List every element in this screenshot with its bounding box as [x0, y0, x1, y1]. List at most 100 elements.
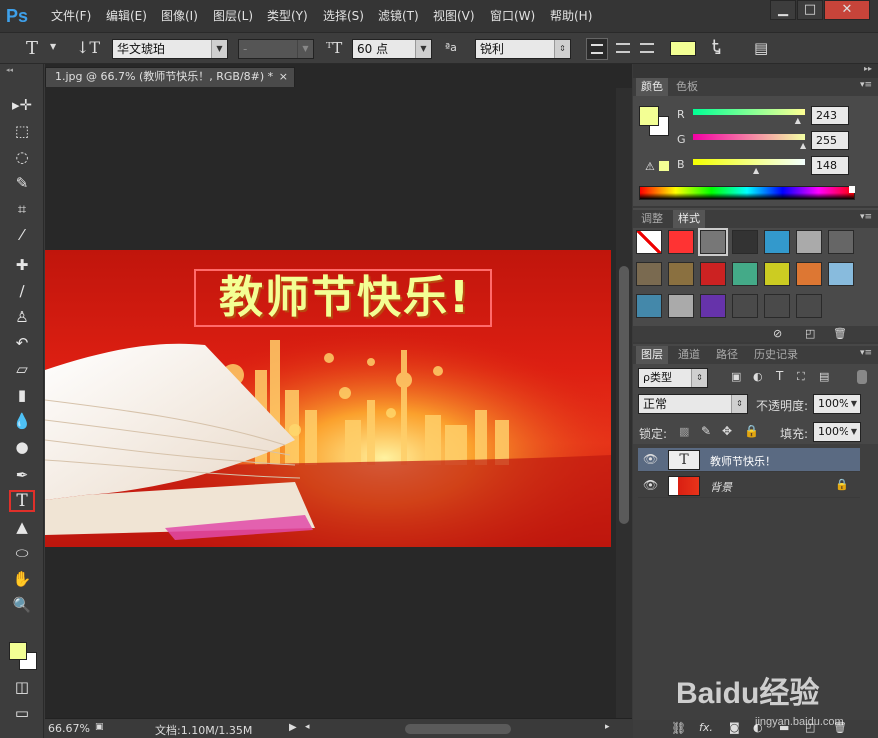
- lasso-tool[interactable]: ◌: [9, 146, 35, 168]
- gradient-tool[interactable]: ▮: [9, 384, 35, 406]
- dodge-tool[interactable]: ●: [9, 436, 35, 458]
- style-swatch[interactable]: [828, 262, 854, 286]
- menu-help[interactable]: 帮助(H): [550, 9, 592, 23]
- b-value-field[interactable]: 148: [811, 156, 849, 175]
- foreground-color-swatch[interactable]: [639, 106, 659, 126]
- style-swatch[interactable]: [796, 230, 822, 254]
- font-family-select[interactable]: 华文琥珀 ▼: [112, 39, 228, 59]
- panel-menu-icon[interactable]: ▾≡: [860, 212, 872, 222]
- style-swatch[interactable]: [700, 262, 726, 286]
- brush-tool[interactable]: ∕: [9, 280, 35, 302]
- style-swatch[interactable]: [698, 228, 728, 256]
- screen-mode-icon[interactable]: ▭: [9, 702, 35, 724]
- visibility-eye-icon[interactable]: 👁: [643, 452, 658, 466]
- menu-edit[interactable]: 编辑(E): [106, 9, 147, 23]
- close-button[interactable]: ✕: [824, 0, 870, 20]
- filter-type-icon[interactable]: T: [776, 369, 783, 383]
- text-color-swatch[interactable]: [670, 41, 696, 56]
- type-tool[interactable]: T: [9, 490, 35, 512]
- menu-image[interactable]: 图像(I): [161, 9, 198, 23]
- menu-view[interactable]: 视图(V): [433, 9, 475, 23]
- g-slider[interactable]: [693, 134, 805, 140]
- layer-name[interactable]: 教师节快乐！: [710, 453, 776, 469]
- text-orientation-icon[interactable]: ↓T: [76, 38, 100, 57]
- ellipse-tool[interactable]: ⬭: [9, 542, 35, 564]
- filter-shape-icon[interactable]: ⛶: [797, 370, 805, 384]
- tab-color[interactable]: 颜色: [636, 78, 668, 96]
- panel-menu-icon[interactable]: ▾≡: [860, 348, 872, 358]
- style-swatch[interactable]: [732, 262, 758, 286]
- gamut-warning-icon[interactable]: ⚠: [645, 160, 655, 173]
- tab-styles[interactable]: 样式: [673, 210, 705, 228]
- style-swatch[interactable]: [668, 262, 694, 286]
- minimize-button[interactable]: ▁: [770, 0, 796, 20]
- link-icon[interactable]: ⛓: [671, 721, 686, 735]
- move-tool[interactable]: ▸✛: [9, 94, 35, 116]
- white-swatch[interactable]: [849, 186, 855, 193]
- filter-adjustment-icon[interactable]: ◐: [753, 370, 763, 383]
- style-swatch[interactable]: [764, 230, 790, 254]
- opacity-field[interactable]: 100% ▼: [813, 394, 861, 414]
- hand-tool[interactable]: ✋: [9, 568, 35, 590]
- r-value-field[interactable]: 243: [811, 106, 849, 125]
- menu-file[interactable]: 文件(F): [51, 9, 91, 23]
- crop-tool[interactable]: ⌗: [9, 198, 35, 220]
- quick-mask-icon[interactable]: ◫: [9, 676, 35, 698]
- style-swatch[interactable]: [636, 230, 662, 254]
- style-swatch[interactable]: [732, 230, 758, 254]
- filter-smart-object-icon[interactable]: ▤: [819, 370, 829, 383]
- mask-icon[interactable]: ◙: [729, 721, 740, 734]
- maximize-button[interactable]: □: [797, 0, 823, 20]
- fx-icon[interactable]: fx.: [699, 721, 713, 734]
- zoom-level[interactable]: 66.67%: [48, 722, 90, 735]
- warp-text-icon[interactable]: Ꮏ: [712, 37, 721, 57]
- menu-layer[interactable]: 图层(L): [213, 9, 253, 23]
- lock-image-icon[interactable]: ✎: [701, 424, 711, 438]
- align-center-button[interactable]: [612, 38, 634, 60]
- style-swatch[interactable]: [732, 294, 758, 318]
- blend-mode-select[interactable]: 正常 ⇕: [638, 394, 748, 414]
- style-swatch[interactable]: [636, 262, 662, 286]
- clear-style-icon[interactable]: ⊘: [773, 327, 782, 340]
- lock-transparent-icon[interactable]: ▩: [679, 425, 689, 438]
- b-slider[interactable]: [693, 159, 805, 165]
- menu-filter[interactable]: 滤镜(T): [378, 9, 419, 23]
- font-size-select[interactable]: 60 点 ▼: [352, 39, 432, 59]
- g-value-field[interactable]: 255: [811, 131, 849, 150]
- color-spectrum-bar[interactable]: [639, 186, 855, 200]
- close-tab-icon[interactable]: ×: [279, 68, 288, 86]
- trash-icon[interactable]: 🗑: [833, 327, 847, 340]
- gamut-color-swatch[interactable]: [659, 161, 669, 171]
- style-swatch[interactable]: [668, 230, 694, 254]
- layer-row[interactable]: 👁 背景 🔒: [638, 474, 860, 498]
- style-swatch[interactable]: [668, 294, 694, 318]
- status-menu-arrow-icon[interactable]: ▶: [289, 722, 297, 733]
- filter-toggle[interactable]: [857, 370, 867, 384]
- b-slider-thumb[interactable]: ▲: [753, 166, 759, 175]
- antialias-select[interactable]: 锐利 ⇕: [475, 39, 571, 59]
- healing-tool[interactable]: ✚: [9, 254, 35, 276]
- type-tool-preset-icon[interactable]: T: [26, 38, 38, 59]
- align-left-button[interactable]: [586, 38, 608, 60]
- filter-pixel-icon[interactable]: ▣: [731, 370, 741, 383]
- style-swatch[interactable]: [828, 230, 854, 254]
- tab-paths[interactable]: 路径: [711, 346, 743, 364]
- eraser-tool[interactable]: ▱: [9, 358, 35, 380]
- document-tab[interactable]: 1.jpg @ 66.7% (教师节快乐！, RGB/8#) * ×: [45, 67, 295, 87]
- menu-window[interactable]: 窗口(W): [490, 9, 535, 23]
- style-swatch[interactable]: [764, 294, 790, 318]
- layer-filter-select[interactable]: ρ类型 ⇕: [638, 368, 708, 388]
- scrollbar-thumb[interactable]: [619, 266, 629, 524]
- menu-select[interactable]: 选择(S): [323, 9, 364, 23]
- style-swatch[interactable]: [764, 262, 790, 286]
- lock-position-icon[interactable]: ✥: [722, 424, 732, 438]
- tab-layers[interactable]: 图层: [636, 346, 668, 364]
- path-select-tool[interactable]: ▲: [9, 516, 35, 538]
- style-swatch[interactable]: [636, 294, 662, 318]
- layer-row[interactable]: 👁 T 教师节快乐！: [638, 448, 860, 472]
- fill-field[interactable]: 100% ▼: [813, 422, 861, 442]
- blur-tool[interactable]: 💧: [9, 410, 35, 432]
- quick-select-tool[interactable]: ✎: [9, 172, 35, 194]
- panel-menu-icon[interactable]: ▾≡: [860, 80, 872, 90]
- chevron-down-icon[interactable]: ▼: [50, 42, 56, 51]
